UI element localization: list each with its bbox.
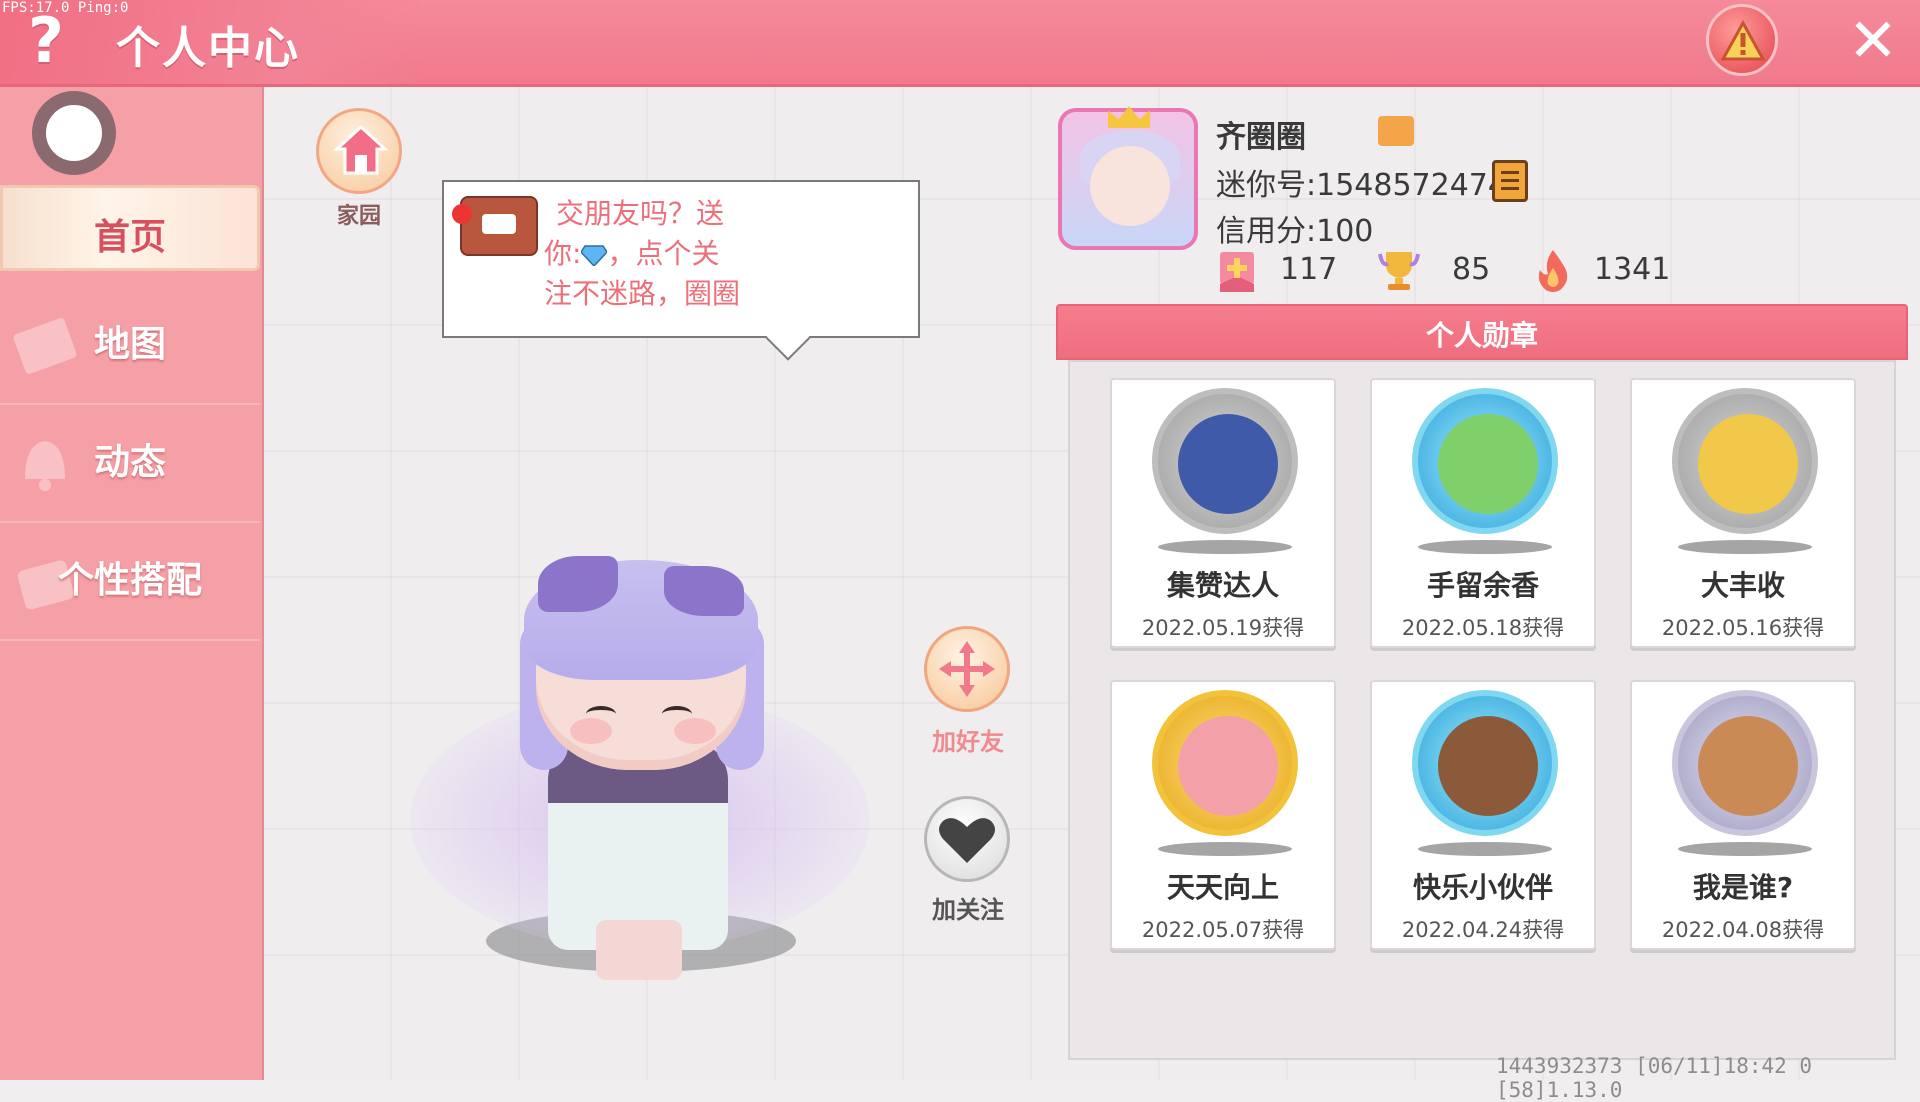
- plus-flag-icon: [1220, 252, 1254, 292]
- report-button[interactable]: [1706, 4, 1778, 76]
- heart-icon: [939, 818, 995, 863]
- copy-id-icon[interactable]: [1492, 160, 1528, 202]
- medal-name: 快乐小伙伴: [1412, 871, 1553, 904]
- help-button[interactable]: ?: [18, 8, 74, 74]
- sidebar-item-label: 动态: [93, 442, 166, 483]
- house-icon: [333, 124, 389, 175]
- medal-card[interactable]: 快乐小伙伴 2022.04.24获得: [1370, 680, 1596, 950]
- medal-name: 大丰收: [1700, 569, 1785, 602]
- envelope-medal-icon: [1672, 690, 1818, 836]
- move-arrows-icon: [939, 641, 995, 697]
- medal-card[interactable]: 集赞达人 2022.05.19获得: [1110, 378, 1336, 648]
- medal-name: 天天向上: [1166, 871, 1279, 904]
- medal-section-title: 个人勋章: [1425, 319, 1538, 352]
- profile-mini-id: 迷你号:1548572474: [1216, 168, 1507, 203]
- sidebar-item-home[interactable]: 首页: [0, 185, 260, 271]
- medal-card[interactable]: 手留余香 2022.05.18获得: [1370, 378, 1596, 648]
- sidebar-item-label: 首页: [93, 217, 166, 258]
- diamond-icon: [581, 245, 608, 266]
- frog-medal-icon: [1412, 388, 1558, 534]
- home-button[interactable]: [316, 108, 402, 194]
- medal-card[interactable]: 我是谁? 2022.04.08获得: [1630, 680, 1856, 950]
- medal-card[interactable]: 大丰收 2022.05.16获得: [1630, 378, 1856, 648]
- medal-date: 2022.05.19获得: [1141, 616, 1305, 640]
- signature-text: 交朋友吗？送 你: ，点个关 注不迷路，圈圈: [544, 197, 741, 310]
- add-friend-label: 加好友: [932, 728, 1004, 756]
- mascot-block-icon: [452, 196, 538, 256]
- harvest-medal-icon: [1672, 388, 1818, 534]
- sidebar-item-outfit[interactable]: 个性搭配: [0, 521, 260, 641]
- friends-medal-icon: [1412, 690, 1558, 836]
- title-badge-icon[interactable]: [1378, 116, 1414, 146]
- profile-name: 齐圈圈: [1216, 120, 1306, 155]
- heart-icon: [452, 204, 472, 224]
- stat-likes: 117: [1280, 252, 1338, 287]
- flame-icon: [1538, 250, 1568, 292]
- page-title: 个人中心: [116, 23, 300, 74]
- debug-overlay: FPS:17.0 Ping:0: [2, 0, 129, 16]
- sidebar-item-label: 地图: [93, 324, 166, 365]
- close-button[interactable]: ✕: [1842, 10, 1904, 72]
- medal-date: 2022.05.07获得: [1141, 918, 1305, 942]
- stat-achievements: 85: [1452, 252, 1491, 287]
- medal-date: 2022.05.18获得: [1401, 616, 1565, 640]
- medal-card[interactable]: 天天向上 2022.05.07获得: [1110, 680, 1336, 950]
- add-friend-button[interactable]: [924, 626, 1010, 712]
- thumbs-up-medal-icon: [1152, 388, 1298, 534]
- stat-popularity: 1341: [1594, 252, 1671, 287]
- sidebar-item-map[interactable]: 地图: [0, 285, 260, 405]
- header-bar: ? 个人中心 ✕: [0, 0, 1920, 87]
- medal-date: 2022.04.24获得: [1401, 918, 1565, 942]
- sidebar: 首页 地图 动态 个性搭配: [0, 87, 264, 1080]
- signature-bubble: 交朋友吗？送 你: ，点个关 注不迷路，圈圈: [442, 180, 920, 338]
- warning-icon: [1721, 19, 1765, 61]
- calendar-medal-icon: [1152, 690, 1298, 836]
- sidebar-item-feed[interactable]: 动态: [0, 403, 260, 523]
- build-info: 1443932373 [06/11]18:42 0 [58]1.13.0: [1496, 1054, 1813, 1102]
- home-label: 家园: [336, 204, 381, 229]
- follow-button[interactable]: [924, 796, 1010, 882]
- profile-credit: 信用分:100: [1216, 214, 1374, 249]
- medal-name: 手留余香: [1426, 569, 1539, 602]
- avatar[interactable]: [32, 91, 116, 175]
- medal-date: 2022.04.08获得: [1661, 918, 1825, 942]
- profile-avatar[interactable]: [1058, 108, 1198, 250]
- medal-name: 集赞达人: [1166, 569, 1279, 602]
- follow-label: 加关注: [932, 896, 1004, 924]
- medal-section-header: 个人勋章: [1056, 304, 1908, 360]
- medal-date: 2022.05.16获得: [1661, 616, 1825, 640]
- trophy-icon: [1378, 252, 1420, 290]
- medal-name: 我是谁?: [1692, 871, 1794, 904]
- sidebar-item-label: 个性搭配: [57, 560, 202, 601]
